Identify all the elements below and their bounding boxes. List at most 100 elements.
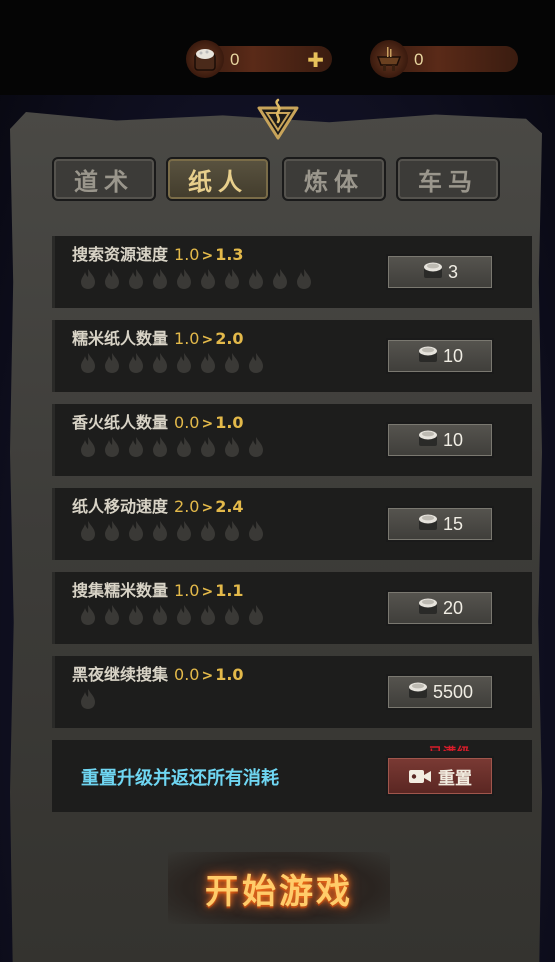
level-flame-icon (247, 436, 265, 462)
next-value: 1.0 (215, 413, 244, 432)
rice-cost-icon (407, 681, 429, 704)
level-flame-icon (175, 604, 193, 630)
level-flame-icon (103, 436, 121, 462)
start-game-button[interactable]: 开始游戏 (168, 852, 390, 924)
upgrade-title: 黑夜继续搜集 (72, 665, 169, 684)
incense-currency: 0 (370, 40, 518, 78)
rice-cost-icon (417, 345, 439, 368)
upgrade-title: 香火纸人数量 (72, 413, 169, 432)
tab-chema[interactable]: 车马 (396, 157, 500, 201)
current-value: 2.0 (174, 497, 200, 516)
start-game-label: 开始游戏 (205, 871, 353, 912)
upgrade-name: 纸人移动速度 2.0 >2.4 (72, 493, 244, 517)
add-currency-icon[interactable]: ✚ (307, 48, 324, 72)
reset-button-label: 重置 (438, 768, 472, 789)
level-flame-icon (295, 268, 313, 294)
upgrade-name: 搜索资源速度 1.0 >1.3 (72, 241, 244, 265)
upgrade-row: 搜集糯米数量 1.0 >1.1 20 (52, 572, 532, 644)
rice-cost-icon (417, 513, 439, 536)
level-flame-icon (103, 268, 121, 294)
next-value: 1.3 (215, 245, 244, 264)
tab-zhiren[interactable]: 纸人 (166, 157, 270, 201)
level-flame-icon (79, 352, 97, 378)
level-flame-icon (199, 520, 217, 546)
level-flame-icon (223, 436, 241, 462)
level-flame-icon (79, 436, 97, 462)
upgrade-cost: 15 (442, 513, 464, 534)
upgrade-cost: 3 (447, 261, 458, 282)
level-flame-icon (199, 352, 217, 378)
level-flames (79, 268, 313, 294)
tab-lianti[interactable]: 炼体 (282, 157, 386, 201)
upgrade-cost-button[interactable]: 10 (386, 338, 494, 374)
current-value: 1.0 (174, 329, 200, 348)
level-flame-icon (247, 520, 265, 546)
upgrade-title: 搜索资源速度 (72, 245, 169, 264)
upgrade-title: 糯米纸人数量 (72, 329, 169, 348)
level-flame-icon (247, 604, 265, 630)
max-level-tag: 已满级 (429, 742, 471, 751)
level-flame-icon (127, 604, 145, 630)
level-flame-icon (151, 352, 169, 378)
upgrade-cost: 10 (442, 345, 464, 366)
level-flame-icon (127, 436, 145, 462)
next-value: 1.1 (215, 581, 244, 600)
level-flame-icon (79, 268, 97, 294)
upgrade-name: 搜集糯米数量 1.0 >1.1 (72, 577, 244, 601)
current-value: 0.0 (174, 413, 200, 432)
arrow-separator: > (201, 668, 214, 684)
level-flame-icon (223, 520, 241, 546)
rice-currency[interactable]: 0 ✚ (186, 40, 332, 78)
level-flame-icon (175, 436, 193, 462)
rice-currency-value: 0 (230, 50, 240, 69)
level-flame-icon (151, 436, 169, 462)
reset-button[interactable]: 重置 (386, 756, 494, 796)
upgrade-cost: 10 (442, 429, 464, 450)
upgrade-row: 香火纸人数量 0.0 >1.0 10 (52, 404, 532, 476)
upgrade-name: 黑夜继续搜集 0.0 >1.0 (72, 661, 244, 685)
level-flame-icon (79, 688, 97, 714)
arrow-separator: > (201, 584, 214, 600)
level-flame-icon (199, 436, 217, 462)
level-flame-icon (223, 352, 241, 378)
level-flame-icon (151, 604, 169, 630)
level-flame-icon (223, 604, 241, 630)
arrow-separator: > (201, 248, 214, 264)
upgrade-cost-button[interactable]: 15 (386, 506, 494, 542)
upgrade-cost-button[interactable]: 5500 (386, 674, 494, 710)
level-flame-icon (271, 268, 289, 294)
upgrade-title: 搜集糯米数量 (72, 581, 169, 600)
level-flame-icon (175, 268, 193, 294)
rice-cost-icon (422, 261, 444, 284)
talisman-emblem-icon (257, 98, 299, 140)
level-flames (79, 604, 265, 630)
level-flame-icon (247, 352, 265, 378)
level-flame-icon (223, 268, 241, 294)
current-value: 1.0 (174, 581, 200, 600)
tab-daoshu[interactable]: 道术 (52, 157, 156, 201)
next-value: 2.0 (215, 329, 244, 348)
incense-currency-value: 0 (414, 50, 424, 69)
arrow-separator: > (201, 416, 214, 432)
arrow-separator: > (201, 500, 214, 516)
upgrade-row: 糯米纸人数量 1.0 >2.0 10 (52, 320, 532, 392)
upgrade-cost: 20 (442, 597, 464, 618)
rice-cost-icon (417, 429, 439, 452)
reset-description: 重置升级并返还所有消耗 (81, 768, 279, 789)
level-flames (79, 436, 265, 462)
upgrade-cost-button[interactable]: 3 (386, 254, 494, 290)
level-flame-icon (127, 268, 145, 294)
upgrade-cost-button[interactable]: 20 (386, 590, 494, 626)
reset-row: 重置升级并返还所有消耗 已满级 重置 (52, 740, 532, 812)
tab-label: 炼体 (304, 166, 364, 196)
level-flame-icon (103, 520, 121, 546)
level-flame-icon (151, 268, 169, 294)
upgrade-cost-button[interactable]: 10 (386, 422, 494, 458)
level-flame-icon (79, 604, 97, 630)
upgrade-name: 糯米纸人数量 1.0 >2.0 (72, 325, 244, 349)
level-flame-icon (199, 268, 217, 294)
level-flames (79, 520, 265, 546)
rice-cost-icon (417, 597, 439, 620)
level-flame-icon (127, 520, 145, 546)
upgrade-row: 搜索资源速度 1.0 >1.3 3 (52, 236, 532, 308)
